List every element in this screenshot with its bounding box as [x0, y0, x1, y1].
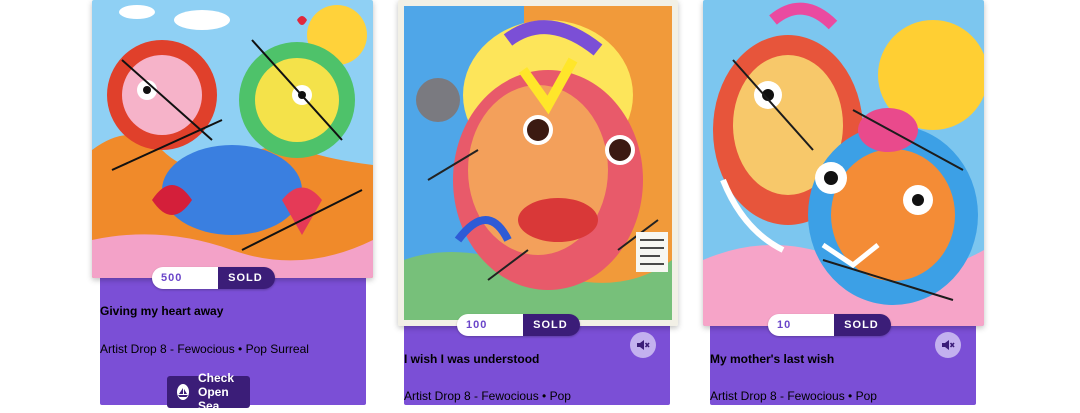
mint-status-badge: 100 MINTED SOLD OUT: [457, 314, 580, 336]
sold-out-label: SOLD OUT: [523, 314, 580, 336]
artwork-title: My mother's last wish: [710, 352, 835, 366]
artwork-image[interactable]: [398, 0, 678, 326]
check-open-sea-button[interactable]: Check Open Sea: [167, 371, 251, 413]
minted-count: 100 MINTED: [457, 314, 524, 336]
sold-out-label: SOLD OUT: [834, 314, 891, 336]
artwork-subtitle: Artist Drop 8 - Fewocious • Pop: [710, 389, 877, 403]
minted-count: 500 MINTED: [152, 267, 219, 289]
artwork-subtitle: Artist Drop 8 - Fewocious • Pop: [404, 389, 571, 403]
speaker-muted-icon: [637, 340, 650, 350]
speaker-muted-icon: [942, 340, 955, 350]
mint-status-badge: 500 MINTED SOLD OUT: [152, 267, 275, 289]
sold-out-label: SOLD OUT: [218, 267, 275, 289]
artwork-image[interactable]: [92, 0, 373, 278]
heart-artwork: [92, 0, 373, 278]
artwork-title: Giving my heart away: [100, 304, 224, 318]
artwork-title: I wish I was understood: [404, 352, 540, 366]
open-sea-icon: [177, 384, 189, 400]
artwork-subtitle: Artist Drop 8 - Fewocious • Pop Surreal: [100, 342, 309, 356]
artwork-image[interactable]: [703, 0, 984, 326]
faces-artwork: [703, 0, 984, 326]
button-label: Check Open Sea: [198, 371, 235, 413]
mint-status-badge: 10 MINTED SOLD OUT: [768, 314, 891, 336]
face-artwork: [398, 0, 678, 326]
minted-count: 10 MINTED: [768, 314, 835, 336]
